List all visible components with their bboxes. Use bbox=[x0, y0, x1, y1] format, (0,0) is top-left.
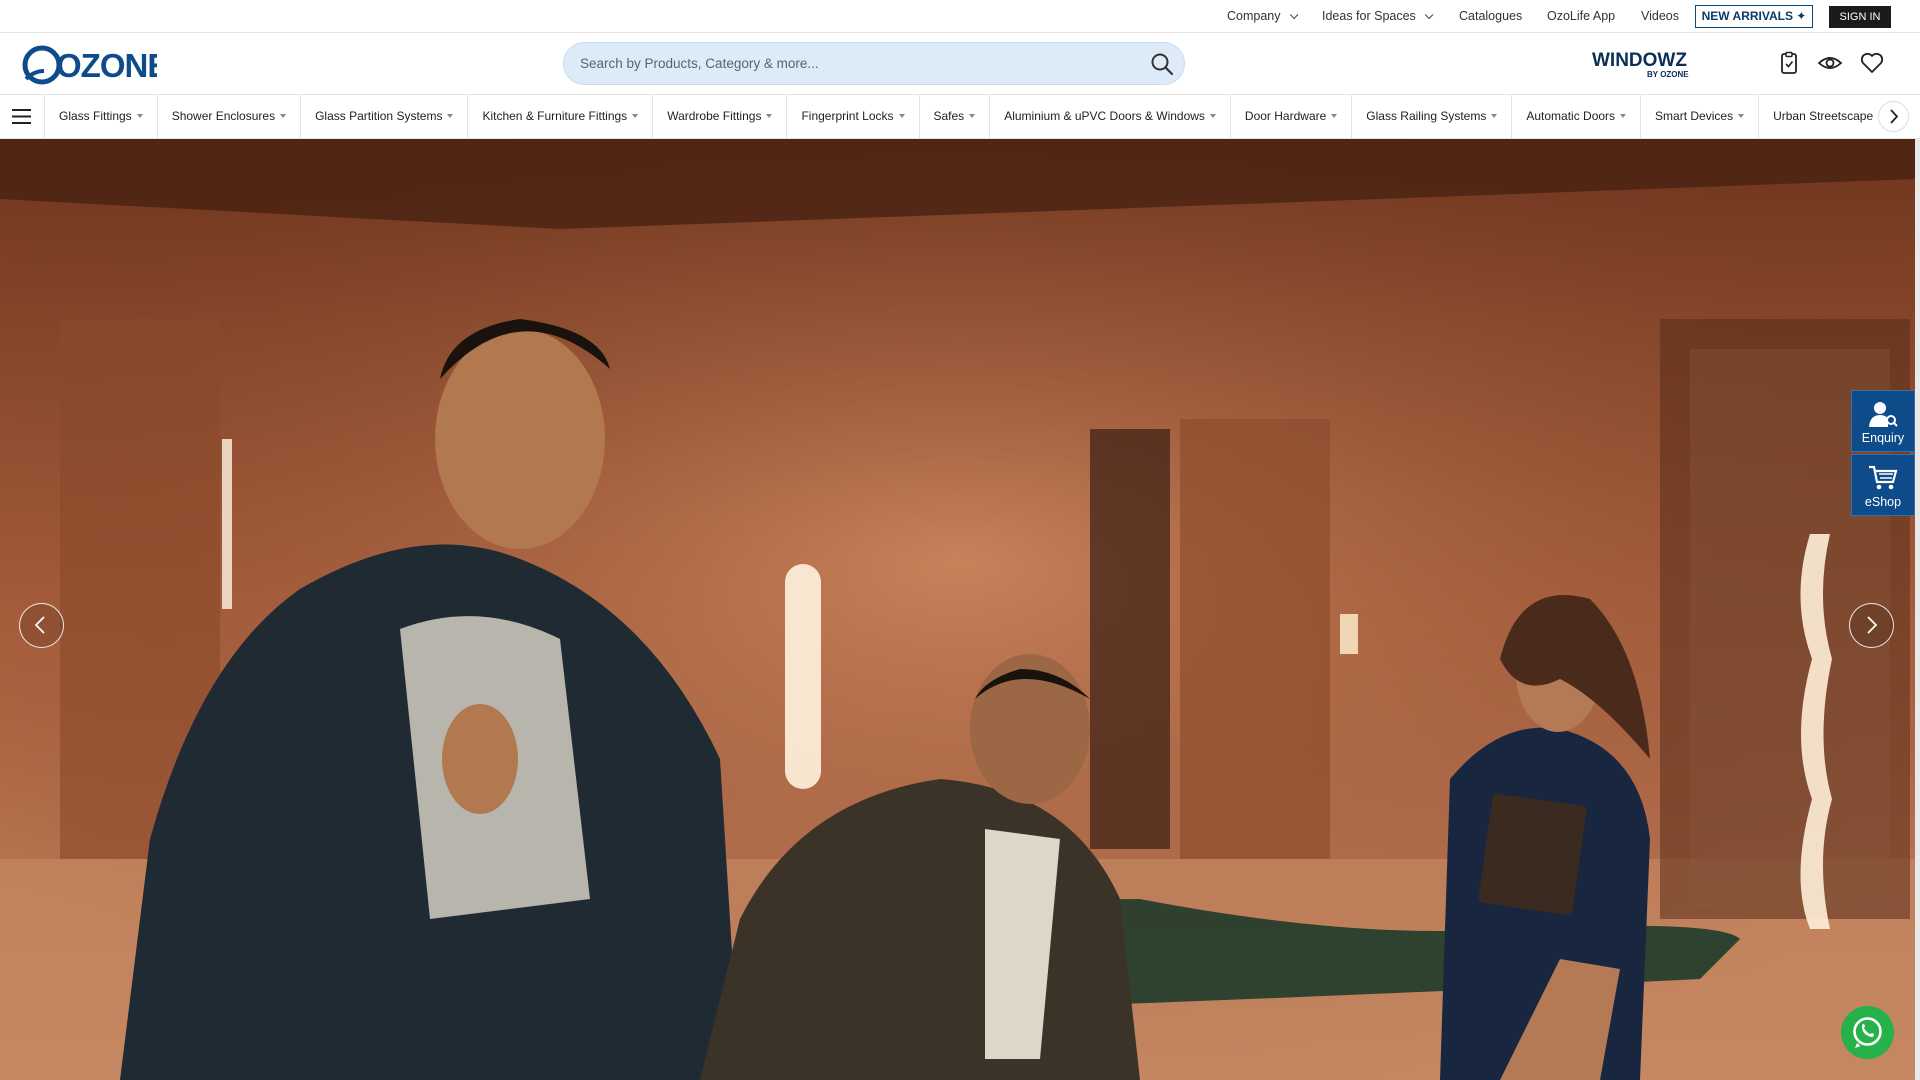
dropdown-caret-icon bbox=[1491, 114, 1498, 118]
category-label: Wardrobe Fittings bbox=[667, 109, 762, 123]
category-item[interactable]: Wardrobe Fittings bbox=[652, 95, 786, 138]
category-item[interactable]: Shower Enclosures bbox=[156, 95, 300, 138]
whatsapp-icon bbox=[1853, 1017, 1882, 1048]
dropdown-caret-icon bbox=[280, 114, 287, 118]
clipboard-icon[interactable] bbox=[1776, 50, 1802, 76]
category-label: Smart Devices bbox=[1655, 109, 1734, 123]
category-scroll-right-button[interactable] bbox=[1878, 101, 1909, 132]
category-item[interactable]: Smart Devices bbox=[1640, 95, 1758, 138]
ozolife-app-label: OzoLife App bbox=[1547, 9, 1616, 23]
windowz-logo-sub: BY OZONE bbox=[1647, 70, 1689, 79]
videos-label: Videos bbox=[1641, 9, 1679, 23]
company-label: Company bbox=[1227, 9, 1281, 23]
search-bar bbox=[563, 42, 1185, 85]
slider-dots bbox=[934, 1075, 990, 1080]
category-item[interactable]: Automatic Doors bbox=[1511, 95, 1640, 138]
whatsapp-chat-button[interactable] bbox=[1841, 1006, 1894, 1059]
dropdown-caret-icon bbox=[969, 114, 976, 118]
slider-prev-button[interactable] bbox=[19, 603, 64, 648]
category-item[interactable]: Glass Partition Systems bbox=[300, 95, 467, 138]
ideas-for-spaces-menu[interactable]: Ideas for Spaces bbox=[1322, 0, 1434, 33]
eshop-label: eShop bbox=[1864, 495, 1902, 509]
top-utility-bar: Company Ideas for Spaces Catalogues OzoL… bbox=[0, 0, 1920, 33]
hero-banner[interactable] bbox=[0, 139, 1915, 1080]
hero-scene-image bbox=[0, 139, 1915, 1080]
videos-link[interactable]: Videos bbox=[1641, 0, 1679, 33]
ozone-logo-text: OZONE bbox=[56, 47, 157, 84]
category-label: Aluminium & uPVC Doors & Windows bbox=[1004, 109, 1205, 123]
dropdown-caret-icon bbox=[1620, 114, 1627, 118]
category-item[interactable]: Aluminium & uPVC Doors & Windows bbox=[989, 95, 1230, 138]
dropdown-caret-icon bbox=[1331, 114, 1338, 118]
dropdown-caret-icon bbox=[1738, 114, 1745, 118]
search-icon[interactable] bbox=[1150, 52, 1174, 76]
catalogues-label: Catalogues bbox=[1459, 9, 1523, 23]
category-item[interactable]: Glass Fittings bbox=[44, 95, 157, 138]
sign-in-button[interactable]: SIGN IN bbox=[1829, 6, 1891, 28]
ozolife-app-link[interactable]: OzoLife App bbox=[1547, 0, 1615, 33]
dropdown-caret-icon bbox=[898, 114, 905, 118]
catalogues-link[interactable]: Catalogues bbox=[1459, 0, 1522, 33]
category-label: Fingerprint Locks bbox=[801, 109, 894, 123]
ideas-for-spaces-label: Ideas for Spaces bbox=[1322, 9, 1416, 23]
dropdown-caret-icon bbox=[447, 114, 454, 118]
enquiry-button[interactable]: Enquiry bbox=[1851, 390, 1915, 452]
cart-icon bbox=[1869, 465, 1898, 490]
category-label: Shower Enclosures bbox=[171, 109, 276, 123]
dropdown-caret-icon bbox=[136, 114, 143, 118]
windowz-logo[interactable]: WINDOWZ BY OZONE bbox=[1590, 47, 1694, 81]
category-nav: Glass Fittings Shower Enclosures Glass Par… bbox=[0, 94, 1920, 139]
dropdown-caret-icon bbox=[632, 114, 639, 118]
page-scrollbar[interactable] bbox=[1915, 139, 1920, 1080]
slider-next-button[interactable] bbox=[1849, 603, 1894, 648]
category-list: Glass Fittings Shower Enclosures Glass Par… bbox=[44, 95, 1884, 138]
ozone-logo[interactable]: OZONE bbox=[22, 41, 169, 87]
category-item[interactable]: Door Hardware bbox=[1229, 95, 1351, 138]
hamburger-menu-icon[interactable] bbox=[12, 108, 31, 125]
category-item[interactable]: Fingerprint Locks bbox=[786, 95, 918, 138]
new-arrivals-button[interactable]: NEW ARRIVALS ✦ bbox=[1695, 5, 1813, 28]
main-header: OZONE WINDOWZ BY OZONE bbox=[0, 33, 1920, 94]
windowz-logo-text: WINDOWZ bbox=[1592, 50, 1687, 71]
dropdown-caret-icon bbox=[1209, 114, 1216, 118]
category-item[interactable]: Kitchen & Furniture Fittings bbox=[467, 95, 652, 138]
search-input[interactable] bbox=[580, 43, 1140, 84]
category-item[interactable]: Glass Railing Systems bbox=[1351, 95, 1511, 138]
enquiry-label: Enquiry bbox=[1861, 431, 1905, 445]
category-label: Safes bbox=[933, 109, 965, 123]
category-label: Glass Partition Systems bbox=[315, 109, 443, 123]
category-label: Glass Fittings bbox=[59, 109, 132, 123]
category-label: Urban Streetscape bbox=[1773, 109, 1874, 123]
category-label: Automatic Doors bbox=[1526, 109, 1616, 123]
category-label: Glass Railing Systems bbox=[1366, 109, 1487, 123]
category-item[interactable]: Urban Streetscape bbox=[1758, 95, 1884, 138]
category-label: Door Hardware bbox=[1244, 109, 1327, 123]
eshop-button[interactable]: eShop bbox=[1851, 454, 1915, 516]
category-item[interactable]: Safes bbox=[918, 95, 990, 138]
dropdown-caret-icon bbox=[766, 114, 773, 118]
eye-icon[interactable] bbox=[1817, 50, 1843, 76]
enquiry-user-search-icon bbox=[1869, 402, 1898, 427]
page: Company Ideas for Spaces Catalogues OzoL… bbox=[0, 0, 1920, 1080]
company-menu[interactable]: Company bbox=[1227, 0, 1298, 33]
chevron-down-icon bbox=[1424, 10, 1434, 20]
heart-icon[interactable] bbox=[1859, 50, 1885, 76]
chevron-down-icon bbox=[1289, 10, 1298, 20]
category-label: Kitchen & Furniture Fittings bbox=[482, 109, 628, 123]
